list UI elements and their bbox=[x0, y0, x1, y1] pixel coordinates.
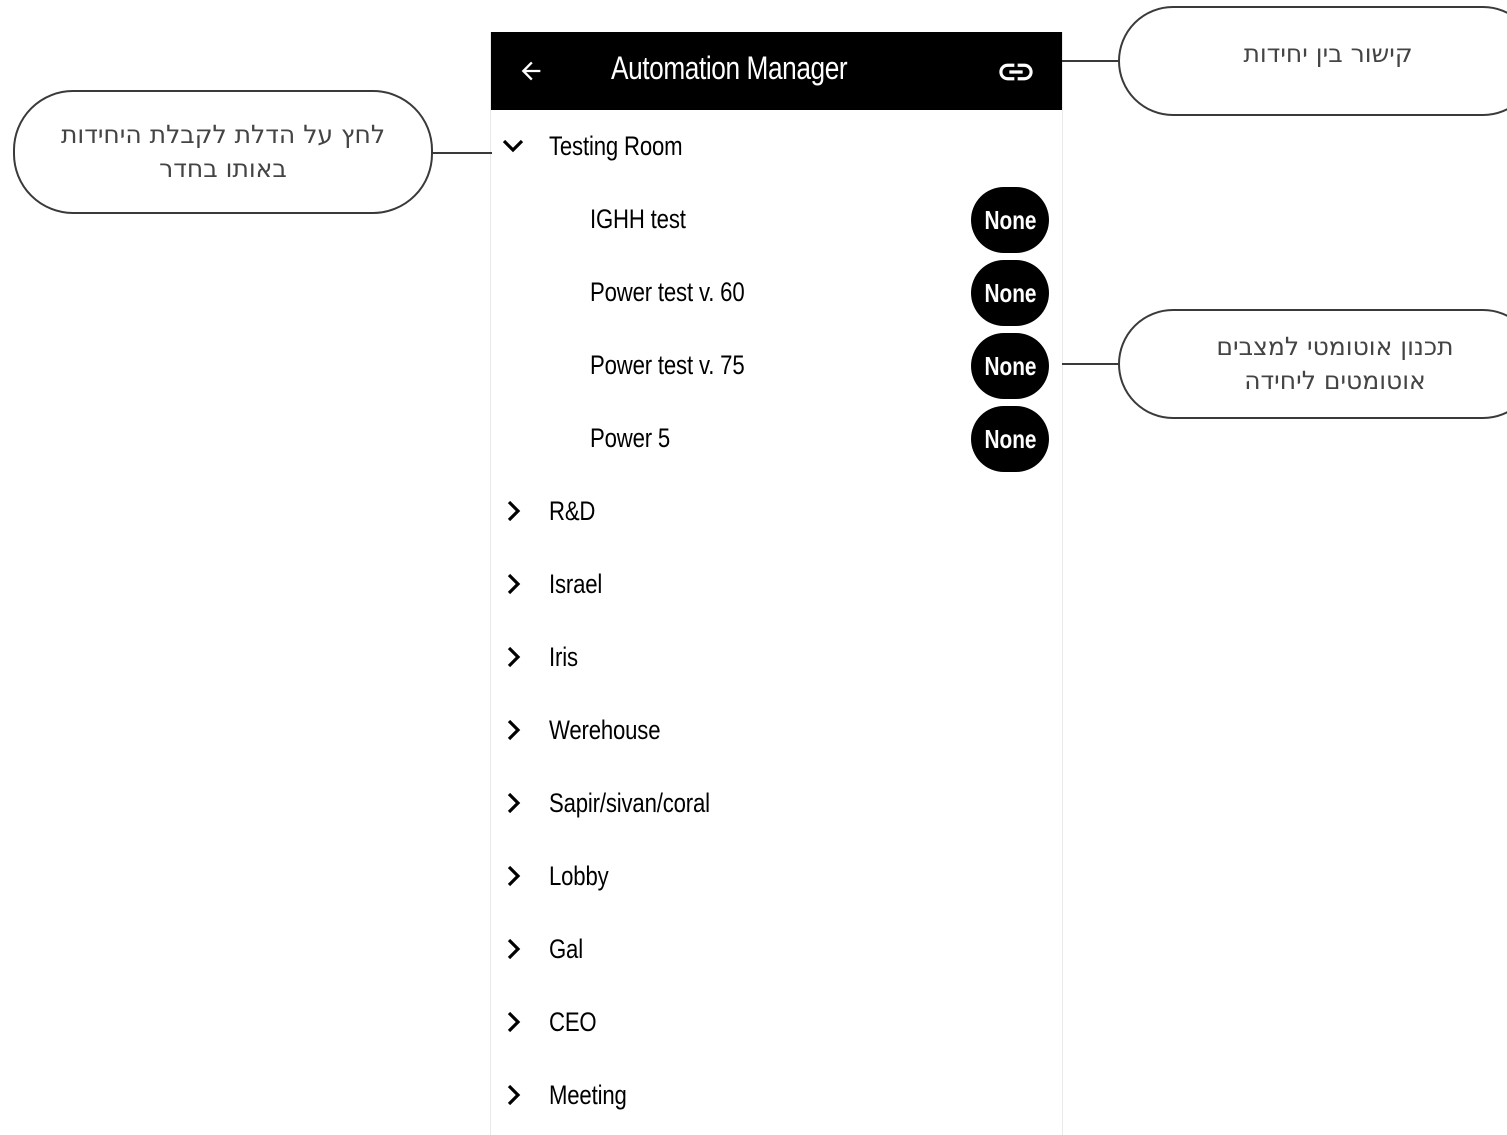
link-icon bbox=[999, 63, 1033, 81]
chevron-right-icon bbox=[501, 937, 525, 961]
chevron-right-icon bbox=[501, 864, 525, 888]
room-name: Iris bbox=[549, 642, 578, 672]
unit-name: IGHH test bbox=[590, 204, 686, 234]
room-row-sapir-sivan-coral[interactable]: Sapir/sivan/coral bbox=[491, 767, 1062, 840]
callout-connector bbox=[1062, 363, 1120, 365]
room-row-werehouse[interactable]: Werehouse bbox=[491, 694, 1062, 767]
room-name: Werehouse bbox=[549, 715, 661, 745]
unit-name: Power 5 bbox=[590, 423, 671, 453]
room-name: Meeting bbox=[549, 1080, 627, 1110]
room-row-ceo[interactable]: CEO bbox=[491, 986, 1062, 1059]
room-name: CEO bbox=[549, 1007, 597, 1037]
automation-mode-button[interactable]: None bbox=[971, 260, 1049, 326]
callout-auto-planning: תכנון אוטומטי למצבים אוטומטים ליחידה bbox=[1118, 309, 1507, 419]
room-name: R&D bbox=[549, 496, 596, 526]
room-row-testing-room[interactable]: Testing Room bbox=[491, 110, 1062, 183]
callout-connector bbox=[1062, 60, 1120, 62]
room-name: Testing Room bbox=[549, 131, 683, 161]
back-button[interactable] bbox=[511, 51, 551, 91]
callout-text: תכנון אוטומטי למצבים אוטומטים ליחידה bbox=[1216, 332, 1454, 395]
room-name: Sapir/sivan/coral bbox=[549, 788, 710, 818]
arrow-left-icon bbox=[521, 61, 541, 81]
chevron-right-icon bbox=[501, 791, 525, 815]
automation-mode-button[interactable]: None bbox=[971, 406, 1049, 472]
callout-link-units: קישור בין יחידות bbox=[1118, 6, 1507, 116]
callout-expand-room: לחץ על הדלת לקבלת היחידות באותו בחדר bbox=[13, 90, 433, 214]
chevron-right-icon bbox=[501, 1083, 525, 1107]
room-row-lobby[interactable]: Lobby bbox=[491, 840, 1062, 913]
phone-screen: Automation Manager Testing Room IGHH tes… bbox=[490, 32, 1063, 1135]
room-name: Israel bbox=[549, 569, 603, 599]
automation-mode-button[interactable]: None bbox=[971, 333, 1049, 399]
app-title: Automation Manager bbox=[611, 50, 848, 86]
chevron-right-icon bbox=[501, 718, 525, 742]
chevron-down-icon bbox=[501, 134, 525, 158]
callout-text: קישור בין יחידות bbox=[1243, 39, 1413, 68]
callout-text: לחץ על הדלת לקבלת היחידות באותו בחדר bbox=[60, 120, 386, 183]
room-row-rnd[interactable]: R&D bbox=[491, 475, 1062, 548]
unit-row[interactable]: Power 5 None bbox=[491, 402, 1062, 475]
room-name: Lobby bbox=[549, 861, 609, 891]
room-row-israel[interactable]: Israel bbox=[491, 548, 1062, 621]
chevron-right-icon bbox=[501, 645, 525, 669]
callout-connector bbox=[432, 152, 492, 154]
chevron-right-icon bbox=[501, 572, 525, 596]
unit-name: Power test v. 60 bbox=[590, 277, 745, 307]
unit-row[interactable]: Power test v. 60 None bbox=[491, 256, 1062, 329]
unit-name: Power test v. 75 bbox=[590, 350, 745, 380]
app-bar: Automation Manager bbox=[491, 32, 1062, 110]
chevron-right-icon bbox=[501, 1010, 525, 1034]
room-name: Gal bbox=[549, 934, 583, 964]
room-row-gal[interactable]: Gal bbox=[491, 913, 1062, 986]
room-list: Testing Room IGHH test None Power test v… bbox=[491, 110, 1062, 1132]
unit-row[interactable]: IGHH test None bbox=[491, 183, 1062, 256]
chevron-right-icon bbox=[501, 499, 525, 523]
link-units-button[interactable] bbox=[994, 52, 1038, 92]
room-row-iris[interactable]: Iris bbox=[491, 621, 1062, 694]
automation-mode-button[interactable]: None bbox=[971, 187, 1049, 253]
room-row-meeting[interactable]: Meeting bbox=[491, 1059, 1062, 1132]
unit-row[interactable]: Power test v. 75 None bbox=[491, 329, 1062, 402]
